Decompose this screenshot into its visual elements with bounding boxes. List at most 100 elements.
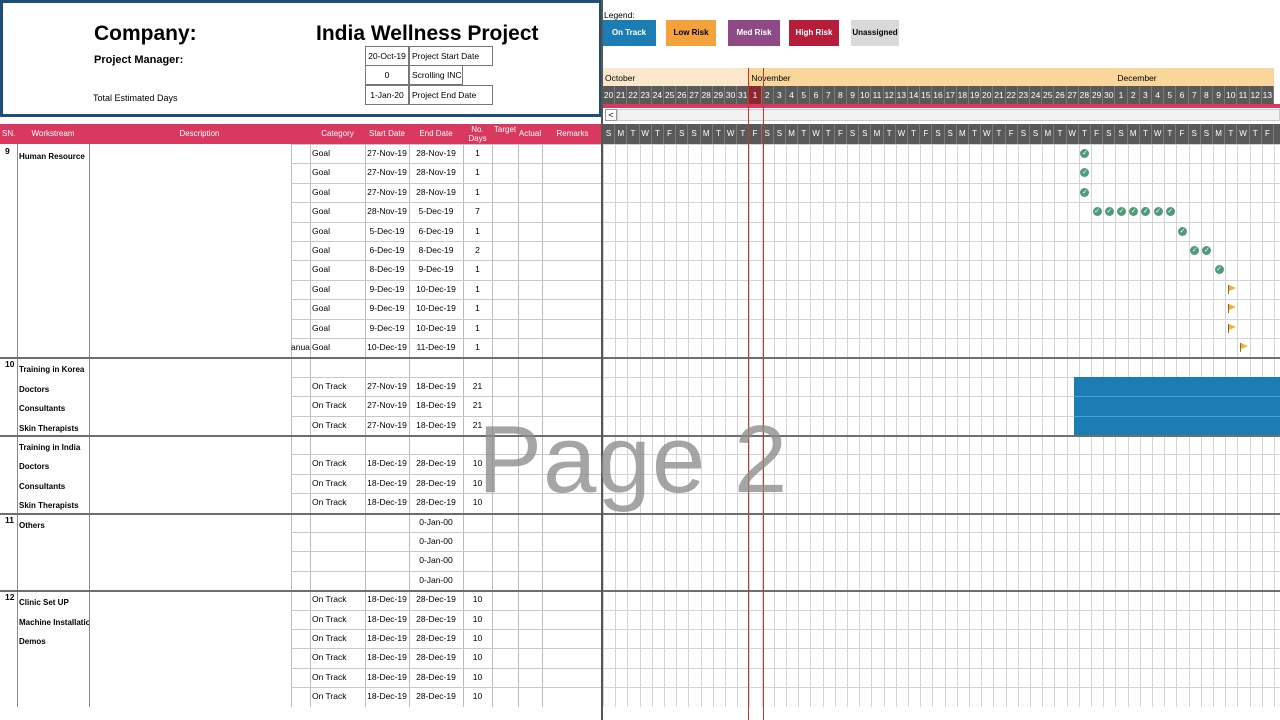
row-description[interactable] [89,202,291,221]
row-sn[interactable] [0,241,17,260]
row-category[interactable]: On Track [310,454,365,473]
row-category[interactable] [310,532,365,551]
row-target[interactable] [492,357,518,376]
table-row[interactable]: Goal 8-Dec-19 9-Dec-19 1 [0,260,1280,279]
row-sn[interactable] [0,396,17,415]
row-description[interactable] [89,299,291,318]
row-category[interactable] [310,551,365,570]
row-target[interactable] [492,280,518,299]
row-description[interactable] [89,222,291,241]
row-description[interactable] [89,396,291,415]
table-row[interactable]: On Track 18-Dec-19 28-Dec-19 10 [0,648,1280,667]
row-category[interactable]: Goal [310,222,365,241]
row-sn[interactable] [0,299,17,318]
row-workstream[interactable] [17,648,89,667]
row-actual[interactable] [518,280,542,299]
row-category-overflow[interactable]: anua [291,338,310,357]
row-no-days[interactable] [463,532,492,551]
row-actual[interactable] [518,260,542,279]
row-workstream[interactable]: Clinic Set UP [17,590,89,609]
row-category[interactable]: On Track [310,396,365,415]
row-category-overflow[interactable] [291,668,310,687]
row-description[interactable] [89,260,291,279]
row-category-overflow[interactable] [291,687,310,706]
row-target[interactable] [492,241,518,260]
row-end-date[interactable]: 6-Dec-19 [409,222,463,241]
row-end-date[interactable]: 28-Dec-19 [409,668,463,687]
row-sn[interactable]: 11 [0,513,17,532]
row-category[interactable]: Goal [310,144,365,163]
table-row[interactable]: On Track 18-Dec-19 28-Dec-19 10 [0,687,1280,706]
row-start-date[interactable]: 18-Dec-19 [365,493,409,512]
row-workstream[interactable]: Demos [17,629,89,648]
row-no-days[interactable] [463,357,492,376]
row-actual[interactable] [518,222,542,241]
row-sn[interactable] [0,202,17,221]
row-no-days[interactable]: 1 [463,280,492,299]
row-remarks[interactable] [542,513,603,532]
row-category-overflow[interactable] [291,474,310,493]
table-row[interactable]: 0-Jan-00 [0,551,1280,570]
row-category[interactable]: On Track [310,493,365,512]
project-start-date-value[interactable]: 20-Oct-19 [365,46,409,66]
row-no-days[interactable]: 2 [463,241,492,260]
row-sn[interactable] [0,571,17,590]
row-end-date[interactable]: 28-Nov-19 [409,183,463,202]
row-workstream[interactable] [17,319,89,338]
row-target[interactable] [492,202,518,221]
row-category-overflow[interactable] [291,280,310,299]
row-target[interactable] [492,163,518,182]
row-description[interactable] [89,338,291,357]
row-category-overflow[interactable] [291,183,310,202]
row-category[interactable]: Goal [310,163,365,182]
row-sn[interactable] [0,222,17,241]
row-description[interactable] [89,551,291,570]
row-workstream[interactable] [17,668,89,687]
row-workstream[interactable] [17,551,89,570]
row-description[interactable] [89,668,291,687]
table-row[interactable]: 10 Training in Korea [0,357,1280,376]
row-category-overflow[interactable] [291,590,310,609]
row-category-overflow[interactable] [291,260,310,279]
row-remarks[interactable] [542,377,603,396]
row-sn[interactable] [0,474,17,493]
row-workstream[interactable]: Skin Therapists [17,416,89,435]
table-row[interactable]: 0-Jan-00 [0,571,1280,590]
row-category[interactable]: Goal [310,319,365,338]
row-remarks[interactable] [542,338,603,357]
row-description[interactable] [89,416,291,435]
row-no-days[interactable]: 10 [463,668,492,687]
row-remarks[interactable] [542,260,603,279]
row-no-days[interactable]: 1 [463,183,492,202]
row-actual[interactable] [518,163,542,182]
row-end-date[interactable]: 28-Dec-19 [409,590,463,609]
row-no-days[interactable]: 10 [463,687,492,706]
row-category-overflow[interactable] [291,513,310,532]
row-category-overflow[interactable] [291,532,310,551]
row-start-date[interactable] [365,435,409,454]
row-remarks[interactable] [542,551,603,570]
row-description[interactable] [89,241,291,260]
row-start-date[interactable] [365,532,409,551]
row-start-date[interactable] [365,571,409,590]
row-sn[interactable] [0,338,17,357]
row-no-days[interactable]: 10 [463,629,492,648]
row-actual[interactable] [518,357,542,376]
row-start-date[interactable]: 10-Dec-19 [365,338,409,357]
row-remarks[interactable] [542,357,603,376]
row-workstream[interactable]: Others [17,513,89,532]
row-category[interactable]: Goal [310,202,365,221]
row-category[interactable]: On Track [310,474,365,493]
row-target[interactable] [492,668,518,687]
table-row[interactable]: 11 Others 0-Jan-00 [0,513,1280,532]
row-workstream[interactable]: Doctors [17,454,89,473]
row-category[interactable]: Goal [310,241,365,260]
row-workstream[interactable]: Training in Korea [17,357,89,376]
row-workstream[interactable]: Consultants [17,396,89,415]
row-description[interactable] [89,357,291,376]
row-start-date[interactable]: 18-Dec-19 [365,590,409,609]
row-sn[interactable] [0,493,17,512]
row-no-days[interactable]: 10 [463,590,492,609]
table-row[interactable]: Goal 9-Dec-19 10-Dec-19 1 [0,299,1280,318]
row-start-date[interactable]: 27-Nov-19 [365,416,409,435]
